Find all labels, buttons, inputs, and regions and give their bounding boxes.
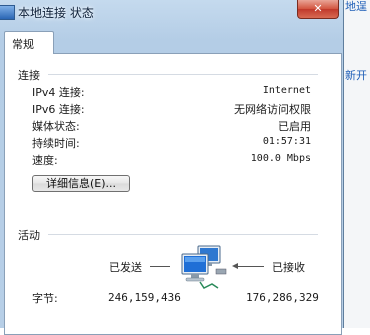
details-button[interactable]: 详细信息(E)... bbox=[32, 175, 130, 192]
connection-separator bbox=[48, 74, 318, 75]
duration-value: 01:57:31 bbox=[262, 136, 311, 147]
duration-label: 持续时间: bbox=[32, 137, 80, 150]
received-label: 已接收 bbox=[272, 261, 305, 274]
close-button[interactable]: ✕ bbox=[297, 0, 339, 19]
sent-label: 已发送 bbox=[109, 261, 142, 274]
background-link-1[interactable]: 地逞 bbox=[345, 0, 367, 14]
ipv6-value: 无网络访问权限 bbox=[234, 103, 311, 116]
speed-label: 速度: bbox=[32, 154, 58, 167]
bytes-label: 字节: bbox=[32, 292, 58, 305]
sent-bytes-value: 246,159,436 bbox=[108, 291, 181, 304]
network-computers-icon bbox=[181, 245, 227, 289]
ipv4-label: IPv4 连接: bbox=[32, 86, 85, 99]
status-dialog: 本地连接 状态 ✕ 常规 连接 IPv4 连接: Internet IPv6 连… bbox=[0, 0, 344, 335]
media-state-label: 媒体状态: bbox=[32, 120, 80, 133]
connection-heading: 连接 bbox=[18, 69, 40, 82]
media-state-value: 已启用 bbox=[278, 120, 311, 133]
received-bytes-value: 176,286,329 bbox=[246, 291, 319, 304]
tab-general[interactable]: 常规 bbox=[4, 31, 54, 54]
received-dash bbox=[238, 266, 264, 267]
speed-value: 100.0 Mbps bbox=[250, 153, 311, 164]
activity-heading: 活动 bbox=[18, 229, 40, 242]
sent-dash bbox=[150, 266, 170, 267]
ipv6-label: IPv6 连接: bbox=[32, 103, 85, 116]
ipv4-value: Internet bbox=[262, 85, 311, 96]
title-bar[interactable]: 本地连接 状态 ✕ bbox=[0, 0, 343, 30]
network-connection-icon bbox=[0, 5, 15, 20]
activity-separator bbox=[48, 234, 318, 235]
background-link-2[interactable]: 新开 bbox=[345, 67, 367, 83]
window-title: 本地连接 状态 bbox=[18, 6, 94, 20]
background-window bbox=[343, 0, 370, 328]
tab-general-label: 常规 bbox=[12, 38, 34, 51]
